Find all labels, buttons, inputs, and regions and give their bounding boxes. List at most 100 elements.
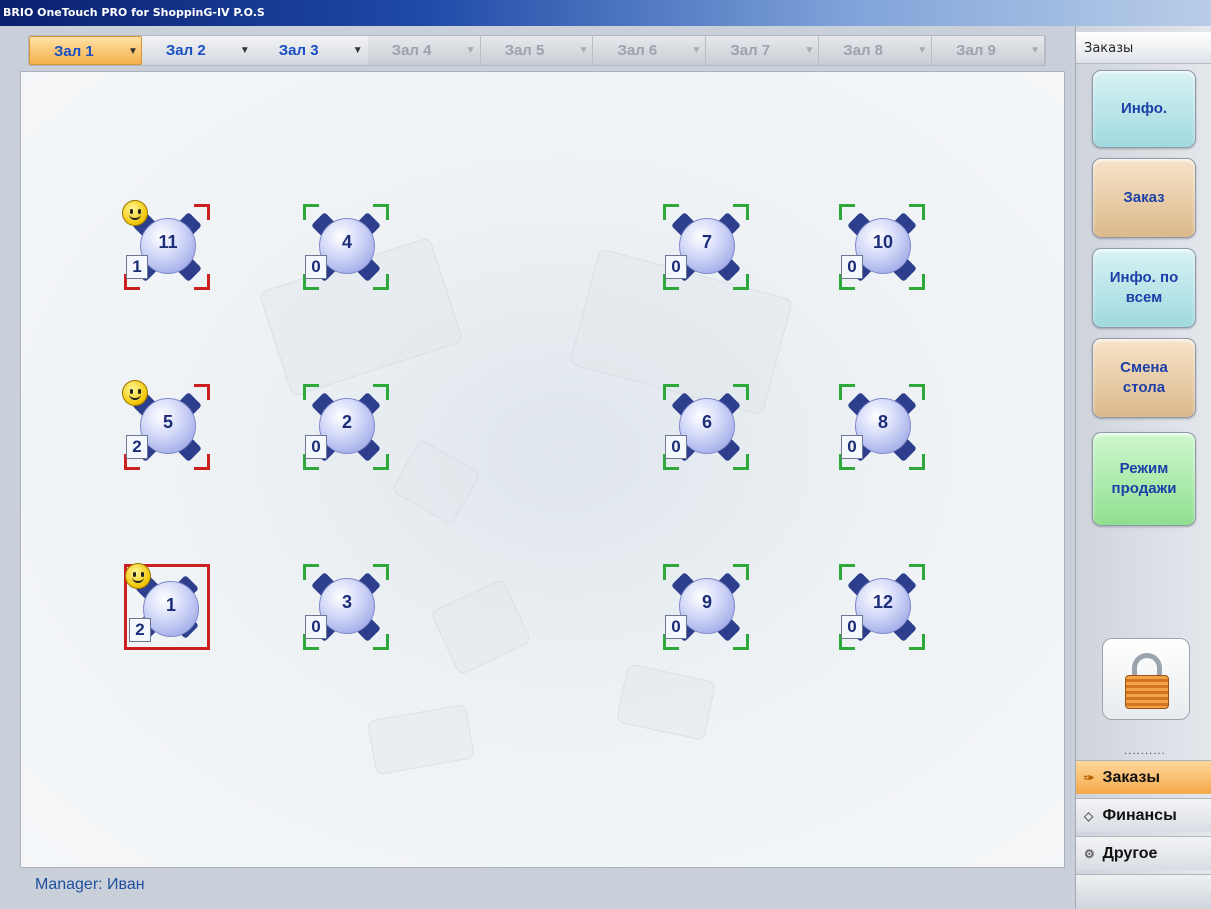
table-7[interactable]: 7 0 bbox=[663, 204, 749, 290]
nav-orders[interactable]: ✑ Заказы bbox=[1076, 760, 1211, 794]
order-button[interactable]: Заказ bbox=[1092, 158, 1196, 238]
chevron-down-icon: ▼ bbox=[578, 45, 589, 56]
guest-count: 0 bbox=[665, 255, 687, 279]
nav-label: Заказы bbox=[1102, 769, 1161, 786]
table-12[interactable]: 12 0 bbox=[839, 564, 925, 650]
background-decoration bbox=[390, 438, 482, 526]
background-decoration bbox=[366, 703, 476, 776]
smiley-icon bbox=[122, 200, 148, 226]
table-11[interactable]: 11 1 bbox=[122, 200, 210, 290]
table-corner bbox=[839, 564, 855, 580]
nav-other[interactable]: ⚙ Другое bbox=[1076, 836, 1211, 870]
tab-hall-9: Зал 9 ▼ bbox=[932, 36, 1046, 65]
tab-hall-8: Зал 8 ▼ bbox=[819, 36, 933, 65]
table-corner bbox=[663, 384, 679, 400]
table-corner bbox=[733, 564, 749, 580]
floor-plan: 11 1 4 0 7 0 10 0 5 2 2 0 6 0 8 0 1 2 3 … bbox=[20, 71, 1065, 868]
tab-label: Зал 8 bbox=[843, 42, 884, 59]
table-corner bbox=[303, 204, 319, 220]
table-corner bbox=[909, 204, 925, 220]
tab-label: Зал 7 bbox=[730, 42, 771, 59]
guest-count: 0 bbox=[841, 435, 863, 459]
table-corner bbox=[663, 204, 679, 220]
tab-label: Зал 3 bbox=[278, 42, 319, 59]
nav-finance[interactable]: ◇ Финансы bbox=[1076, 798, 1211, 832]
finance-icon: ◇ bbox=[1084, 809, 1094, 823]
nav-label: Финансы bbox=[1102, 807, 1177, 824]
table-number: 4 bbox=[341, 232, 352, 252]
table-number: 6 bbox=[701, 412, 712, 432]
table-number: 1 bbox=[165, 595, 176, 615]
tab-hall-3[interactable]: Зал 3 ▼ bbox=[255, 36, 368, 65]
table-number: 10 bbox=[872, 232, 894, 252]
table-corner bbox=[909, 274, 925, 290]
table-6[interactable]: 6 0 bbox=[663, 384, 749, 470]
table-corner bbox=[303, 564, 319, 580]
sidebar-header: Заказы bbox=[1076, 32, 1211, 64]
table-corner bbox=[909, 564, 925, 580]
change-table-button[interactable]: Смена стола bbox=[1092, 338, 1196, 418]
table-number: 8 bbox=[877, 412, 888, 432]
table-corner bbox=[733, 204, 749, 220]
table-4[interactable]: 4 0 bbox=[303, 204, 389, 290]
table-10[interactable]: 10 0 bbox=[839, 204, 925, 290]
table-corner bbox=[373, 454, 389, 470]
tab-label: Зал 2 bbox=[165, 42, 206, 59]
tab-label: Зал 4 bbox=[391, 42, 432, 59]
table-number: 9 bbox=[701, 592, 712, 612]
table-8[interactable]: 8 0 bbox=[839, 384, 925, 470]
tab-label: Зал 1 bbox=[54, 43, 94, 60]
table-corner bbox=[194, 384, 210, 400]
chevron-down-icon: ▼ bbox=[804, 45, 815, 56]
hall-tabs: Зал 1 ▼ Зал 2 ▼ Зал 3 ▼ Зал 4 ▼ Зал 5 ▼ Зал 6… bbox=[28, 35, 1046, 66]
table-corner bbox=[194, 454, 210, 470]
table-corner bbox=[373, 204, 389, 220]
other-icon: ⚙ bbox=[1084, 847, 1095, 861]
table-corner bbox=[909, 634, 925, 650]
lock-button[interactable] bbox=[1102, 638, 1190, 720]
info-all-button[interactable]: Инфо. по всем bbox=[1092, 248, 1196, 328]
table-corner bbox=[839, 204, 855, 220]
table-9[interactable]: 9 0 bbox=[663, 564, 749, 650]
table-corner bbox=[733, 634, 749, 650]
smiley-icon bbox=[125, 563, 151, 589]
table-number: 7 bbox=[701, 232, 712, 252]
table-corner bbox=[733, 454, 749, 470]
table-corner bbox=[303, 384, 319, 400]
tab-hall-2[interactable]: Зал 2 ▼ bbox=[142, 36, 255, 65]
table-1[interactable]: 1 2 bbox=[124, 563, 210, 650]
table-corner bbox=[373, 384, 389, 400]
table-2[interactable]: 2 0 bbox=[303, 384, 389, 470]
info-button[interactable]: Инфо. bbox=[1092, 70, 1196, 148]
splitter-handle[interactable]: .......... bbox=[1124, 746, 1166, 757]
tab-label: Зал 5 bbox=[504, 42, 545, 59]
background-decoration bbox=[615, 663, 717, 741]
table-corner bbox=[194, 274, 210, 290]
table-number: 11 bbox=[158, 232, 178, 252]
guest-count: 0 bbox=[841, 615, 863, 639]
tab-hall-6: Зал 6 ▼ bbox=[593, 36, 707, 65]
table-3[interactable]: 3 0 bbox=[303, 564, 389, 650]
table-5[interactable]: 5 2 bbox=[122, 380, 210, 470]
chevron-down-icon: ▼ bbox=[352, 45, 363, 56]
guest-count: 1 bbox=[126, 255, 148, 279]
sidebar: Заказы Инфо. Заказ Инфо. по всем Смена с… bbox=[1075, 26, 1211, 909]
sale-mode-button[interactable]: Режим продажи bbox=[1092, 432, 1196, 526]
tab-hall-1[interactable]: Зал 1 ▼ bbox=[29, 36, 142, 65]
chevron-down-icon: ▼ bbox=[691, 45, 702, 56]
table-number: 12 bbox=[872, 592, 894, 612]
table-corner bbox=[839, 384, 855, 400]
table-corner bbox=[373, 634, 389, 650]
guest-count: 2 bbox=[126, 435, 148, 459]
orders-icon: ✑ bbox=[1084, 771, 1095, 785]
chevron-down-icon: ▼ bbox=[1030, 45, 1041, 56]
guest-count: 0 bbox=[305, 615, 327, 639]
tab-hall-5: Зал 5 ▼ bbox=[480, 36, 594, 65]
table-corner bbox=[733, 384, 749, 400]
nav-label: Другое bbox=[1102, 845, 1158, 862]
chevron-down-icon: ▼ bbox=[239, 45, 250, 56]
guest-count: 0 bbox=[665, 615, 687, 639]
guest-count: 0 bbox=[665, 435, 687, 459]
table-corner bbox=[194, 204, 210, 220]
guest-count: 2 bbox=[129, 618, 151, 642]
